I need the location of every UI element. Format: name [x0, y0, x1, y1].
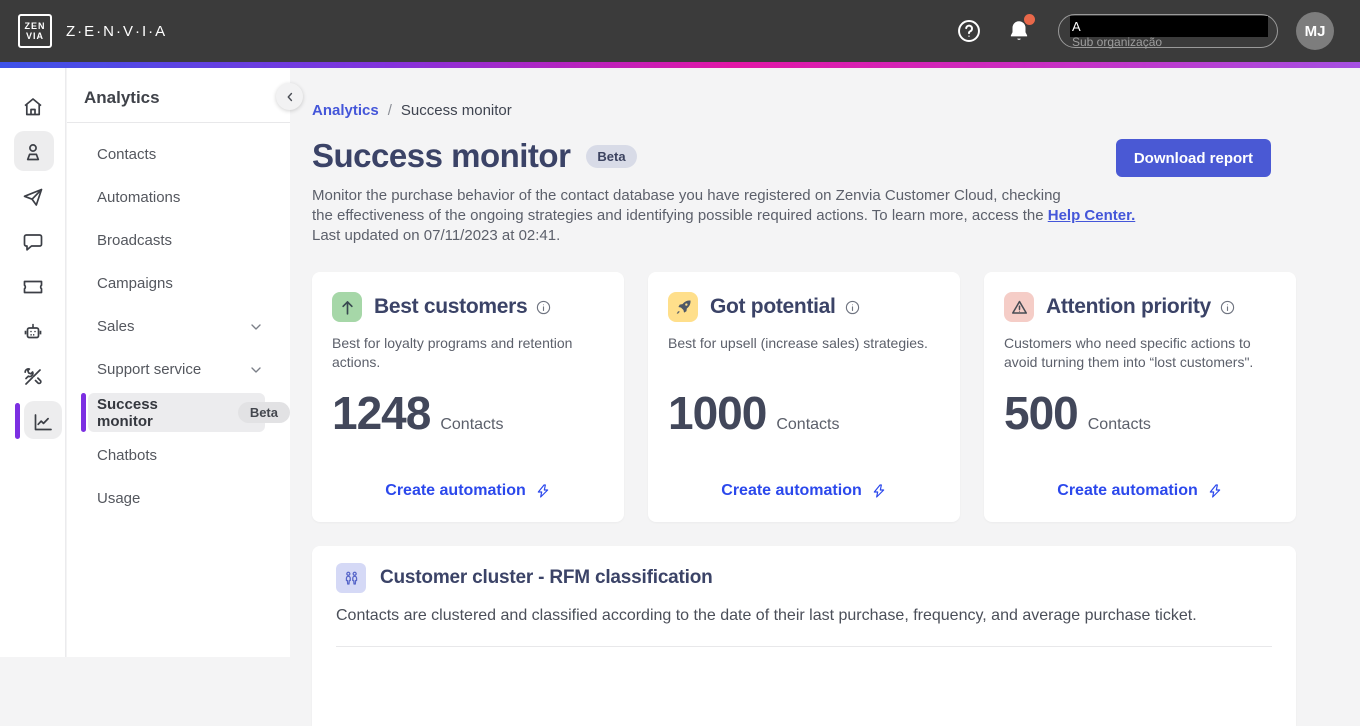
rocket-icon — [668, 292, 698, 322]
contacts-unit: Contacts — [1087, 416, 1151, 433]
contacts-unit: Contacts — [440, 416, 504, 433]
card-description: Customers who need specific actions to a… — [1004, 335, 1254, 370]
card-title: Got potential — [710, 295, 836, 318]
card-got-potential: Got potential Best for upsell (increase … — [648, 272, 960, 522]
contacts-count: 1248 — [332, 387, 431, 439]
main-content: Analytics / Success monitor Success moni… — [290, 68, 1360, 726]
line-chart-icon — [34, 413, 52, 430]
info-icon[interactable] — [844, 299, 861, 316]
people-group-icon — [336, 563, 366, 593]
card-best-customers: Best customers Best for loyalty programs… — [312, 272, 624, 522]
chat-bubble-icon — [23, 233, 43, 251]
summary-cards-row: Best customers Best for loyalty programs… — [312, 272, 1360, 522]
contacts-count: 1000 — [668, 387, 767, 439]
sidebar-item-automations[interactable]: Automations — [67, 176, 290, 219]
lightning-bolt-icon — [1209, 484, 1221, 498]
breadcrumb-current: Success monitor — [400, 102, 512, 119]
chevron-down-icon — [251, 366, 261, 373]
breadcrumb: Analytics / Success monitor — [312, 102, 1360, 119]
tools-icon — [24, 367, 42, 385]
info-icon[interactable] — [535, 299, 552, 316]
sidebar-title: Analytics — [84, 88, 160, 107]
breadcrumb-separator: / — [387, 102, 392, 119]
lightning-bolt-icon — [537, 484, 549, 498]
icon-rail — [0, 68, 66, 657]
customer-cluster-section: Customer cluster - RFM classification Co… — [312, 546, 1296, 726]
send-icon — [23, 188, 43, 206]
contacts-count: 500 — [1004, 387, 1079, 439]
rail-item-broadcast[interactable] — [0, 174, 66, 219]
sidebar-collapse-button[interactable] — [276, 83, 303, 110]
help-center-link[interactable]: Help Center. — [1048, 207, 1136, 224]
card-description: Best for loyalty programs and retention … — [332, 335, 573, 370]
sidebar-item-usage[interactable]: Usage — [67, 477, 290, 520]
sidebar-item-broadcasts[interactable]: Broadcasts — [67, 219, 290, 262]
cluster-divider — [336, 646, 1272, 647]
contacts-unit: Contacts — [776, 416, 840, 433]
help-icon[interactable] — [956, 18, 982, 44]
warning-icon — [1004, 292, 1034, 322]
sidebar-divider — [67, 122, 290, 123]
beta-badge: Beta — [237, 402, 290, 423]
sidebar-item-sales[interactable]: Sales — [67, 305, 290, 348]
notification-badge — [1024, 14, 1035, 25]
sidebar-item-campaigns[interactable]: Campaigns — [67, 262, 290, 305]
top-header: ZEN VIA Z·E·N·V·I·A A Sub organização MJ — [0, 0, 1360, 62]
rail-item-analytics[interactable] — [0, 399, 66, 444]
info-icon[interactable] — [1219, 299, 1236, 316]
chevron-left-icon — [287, 92, 292, 101]
organization-selector[interactable]: A Sub organização — [1058, 14, 1278, 49]
rail-item-home[interactable] — [0, 84, 66, 129]
sidebar-item-contacts[interactable]: Contacts — [67, 133, 290, 176]
create-automation-link[interactable]: Create automation — [984, 482, 1296, 500]
robot-icon — [24, 323, 42, 338]
breadcrumb-analytics-link[interactable]: Analytics — [312, 102, 379, 119]
notifications-button[interactable] — [1006, 14, 1035, 44]
last-updated-text: Last updated on 07/11/2023 at 02:41. — [312, 227, 561, 244]
card-title: Attention priority — [1046, 295, 1211, 318]
zenvia-logo-icon: ZEN VIA — [18, 14, 52, 48]
analytics-sidebar: Analytics Contacts Automations Broadcast… — [67, 68, 290, 657]
arrow-up-icon — [332, 292, 362, 322]
beta-badge: Beta — [586, 144, 637, 168]
home-icon — [24, 97, 42, 115]
create-automation-link[interactable]: Create automation — [312, 482, 624, 500]
download-report-button[interactable]: Download report — [1115, 139, 1271, 177]
person-icon — [26, 143, 40, 160]
page-description: Monitor the purchase behavior of the con… — [312, 187, 1136, 244]
rail-item-conversations[interactable] — [0, 219, 66, 264]
sidebar-item-chatbots[interactable]: Chatbots — [67, 434, 290, 477]
card-attention-priority: Attention priority Customers who need sp… — [984, 272, 1296, 522]
chevron-down-icon — [251, 323, 261, 330]
rail-item-tools[interactable] — [0, 354, 66, 399]
organization-name-redacted: A — [1070, 16, 1268, 37]
rail-item-chatbot[interactable] — [0, 309, 66, 354]
card-title: Best customers — [374, 295, 528, 318]
cluster-title: Customer cluster - RFM classification — [380, 567, 713, 588]
ticket-icon — [23, 280, 43, 293]
rail-item-contacts[interactable] — [0, 129, 66, 174]
create-automation-link[interactable]: Create automation — [648, 482, 960, 500]
card-description: Best for upsell (increase sales) strateg… — [668, 335, 928, 351]
sidebar-item-success-monitor[interactable]: Success monitor Beta — [67, 391, 290, 434]
active-indicator — [81, 393, 86, 432]
user-avatar[interactable]: MJ — [1296, 12, 1334, 50]
cluster-description: Contacts are clustered and classified ac… — [336, 607, 1197, 624]
rail-item-tickets[interactable] — [0, 264, 66, 309]
sidebar-item-support-service[interactable]: Support service — [67, 348, 290, 391]
sub-organization-label: Sub organização — [1072, 35, 1163, 49]
page-title: Success monitor — [312, 137, 571, 174]
brand-name: Z·E·N·V·I·A — [66, 22, 168, 40]
active-indicator — [15, 403, 20, 439]
lightning-bolt-icon — [873, 484, 885, 498]
